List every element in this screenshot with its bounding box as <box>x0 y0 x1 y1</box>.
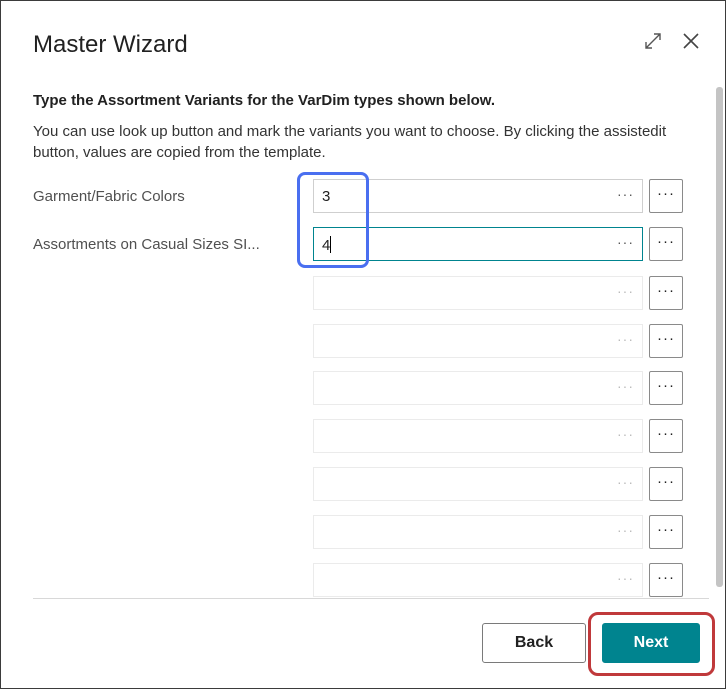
variant-input[interactable]: ··· <box>313 371 643 405</box>
assist-edit-button[interactable]: ··· <box>649 227 683 261</box>
lookup-icon[interactable]: ··· <box>617 186 634 202</box>
expand-icon[interactable] <box>643 31 663 51</box>
assist-edit-button[interactable]: ··· <box>649 371 683 405</box>
lookup-icon[interactable]: ··· <box>617 234 634 250</box>
dialog-title: Master Wizard <box>33 31 188 58</box>
master-wizard-dialog: Master Wizard Type the Assortment Varian… <box>0 0 726 689</box>
field-label <box>33 333 305 350</box>
assist-edit-button[interactable]: ··· <box>649 276 683 310</box>
variant-input[interactable]: ··· <box>313 276 643 310</box>
variant-input[interactable]: ··· <box>313 467 643 501</box>
field-label <box>33 524 305 541</box>
footer-divider <box>33 598 709 599</box>
variant-row-empty: ··· ··· <box>33 276 683 312</box>
assist-edit-button[interactable]: ··· <box>649 467 683 501</box>
lookup-icon[interactable]: ··· <box>617 570 634 586</box>
value-fields-highlight <box>297 172 369 268</box>
variant-row-empty: ··· ··· <box>33 467 683 503</box>
field-label <box>33 428 305 445</box>
lookup-icon[interactable]: ··· <box>617 474 634 490</box>
title-actions <box>643 31 701 51</box>
variant-input[interactable]: ··· <box>313 419 643 453</box>
variant-row-empty: ··· ··· <box>33 563 683 599</box>
variant-row-empty: ··· ··· <box>33 371 683 407</box>
field-label <box>33 285 305 302</box>
next-button-highlight <box>588 612 715 676</box>
assist-edit-button[interactable]: ··· <box>649 324 683 358</box>
lookup-icon[interactable]: ··· <box>617 426 634 442</box>
field-label: Garment/Fabric Colors <box>33 188 305 205</box>
variant-input[interactable]: ··· <box>313 515 643 549</box>
variant-row-empty: ··· ··· <box>33 515 683 551</box>
assist-edit-button[interactable]: ··· <box>649 563 683 597</box>
assist-edit-button[interactable]: ··· <box>649 515 683 549</box>
lookup-icon[interactable]: ··· <box>617 331 634 347</box>
instructions-heading: Type the Assortment Variants for the Var… <box>33 92 496 109</box>
variant-row-empty: ··· ··· <box>33 324 683 360</box>
field-label <box>33 380 305 397</box>
instructions-description: You can use look up button and mark the … <box>33 123 667 161</box>
assist-edit-button[interactable]: ··· <box>649 419 683 453</box>
lookup-icon[interactable]: ··· <box>617 378 634 394</box>
field-label: Assortments on Casual Sizes SI... <box>33 236 305 253</box>
field-label <box>33 476 305 493</box>
close-icon[interactable] <box>681 31 701 51</box>
field-label <box>33 572 305 589</box>
vertical-scrollbar[interactable] <box>716 87 723 587</box>
lookup-icon[interactable]: ··· <box>617 522 634 538</box>
back-button[interactable]: Back <box>482 623 586 663</box>
lookup-icon[interactable]: ··· <box>617 283 634 299</box>
assist-edit-button[interactable]: ··· <box>649 179 683 213</box>
variant-input[interactable]: ··· <box>313 563 643 597</box>
variant-row-empty: ··· ··· <box>33 419 683 455</box>
variant-input[interactable]: ··· <box>313 324 643 358</box>
